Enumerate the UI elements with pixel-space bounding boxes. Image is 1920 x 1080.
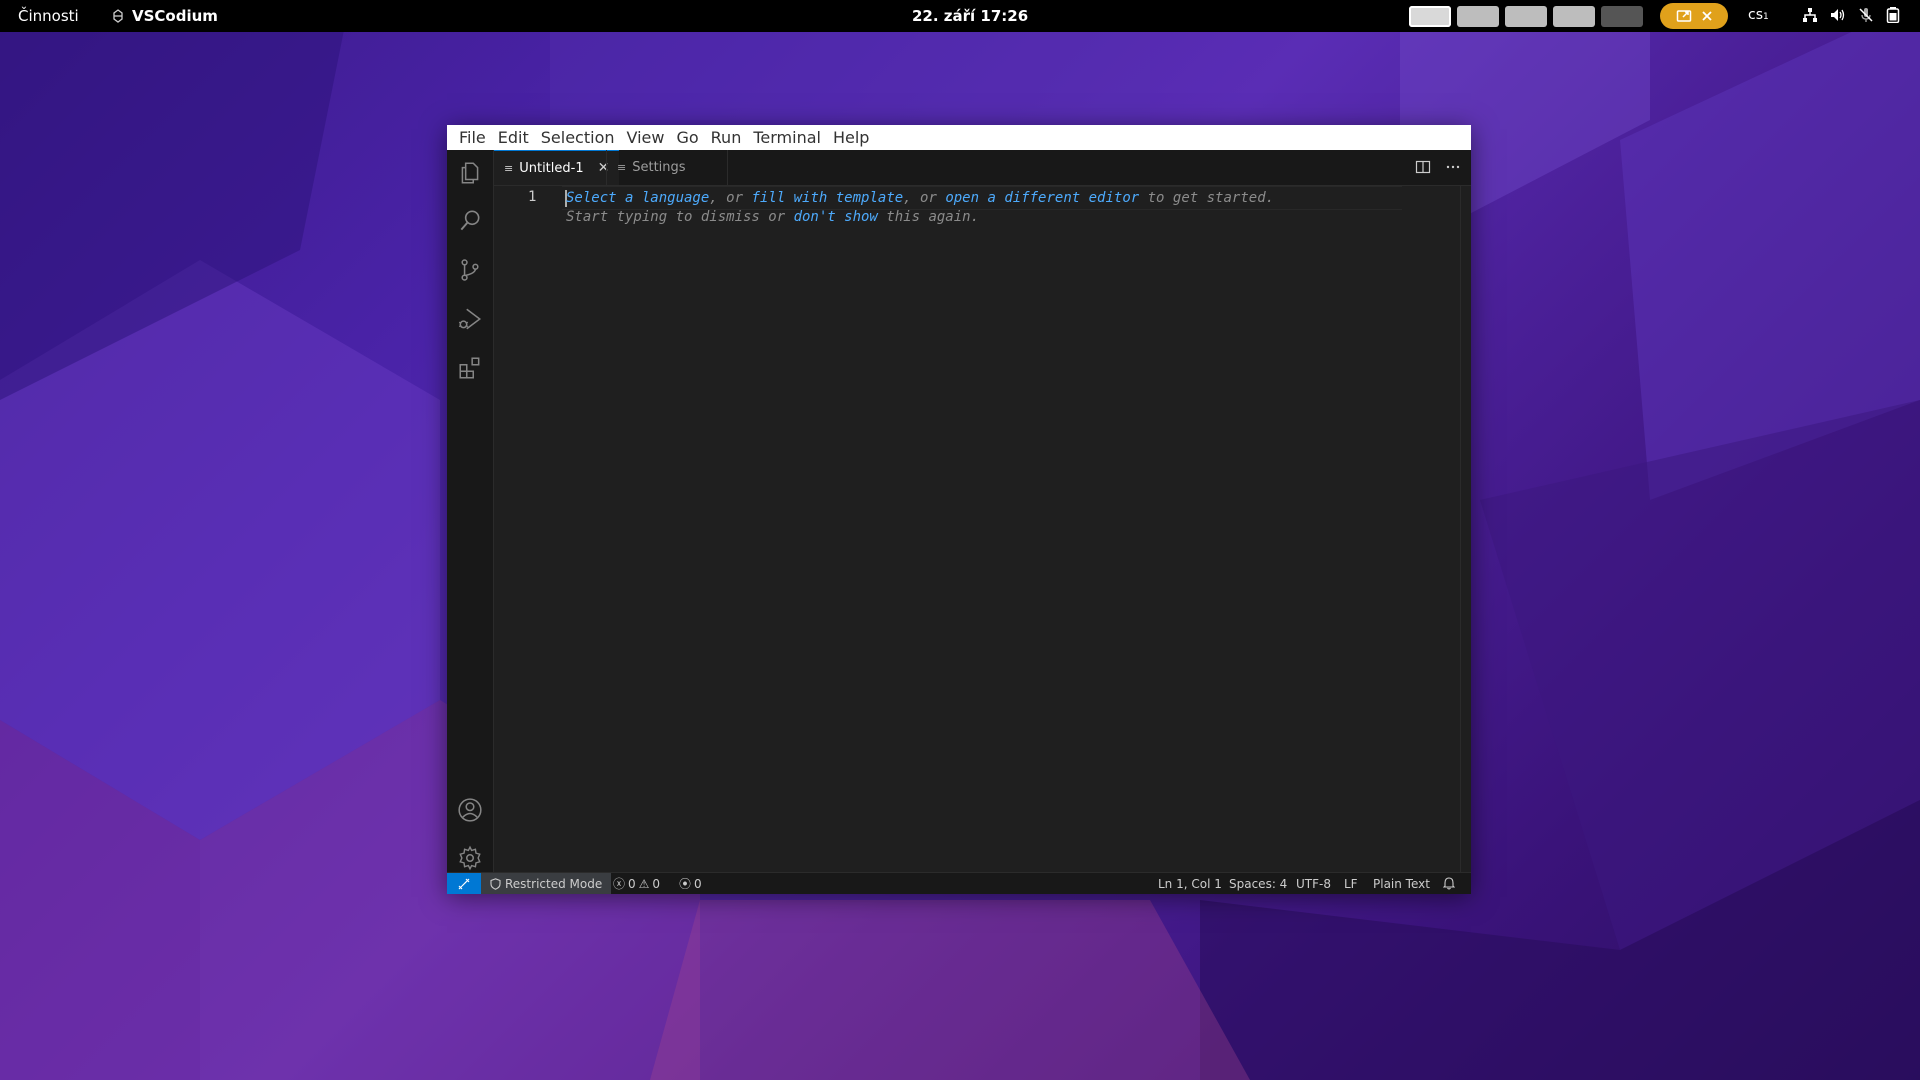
close-icon[interactable] bbox=[1702, 11, 1712, 21]
workspace-1[interactable] bbox=[1409, 6, 1451, 27]
network-icon[interactable] bbox=[1802, 7, 1818, 23]
problems-indicator[interactable]: ⓧ 0 ⚠ 0 bbox=[613, 873, 660, 894]
editor-tabs: ≡ Untitled-1 ✕ ≡ Settings bbox=[494, 150, 1471, 186]
top-bar: Činnosti VSCodium 22. září 17:26 cs1 bbox=[0, 0, 1920, 32]
app-menu[interactable]: VSCodium bbox=[110, 7, 218, 25]
activities-button[interactable]: Činnosti bbox=[18, 7, 79, 25]
cursor-position[interactable]: Ln 1, Col 1 bbox=[1158, 873, 1222, 894]
open-different-editor-link[interactable]: open a different editor bbox=[945, 190, 1139, 206]
fill-template-link[interactable]: fill with template bbox=[751, 190, 903, 206]
more-actions-icon[interactable] bbox=[1445, 159, 1461, 175]
warning-icon: ⚠ bbox=[638, 876, 650, 891]
workspace-4[interactable] bbox=[1553, 6, 1595, 27]
ports-indicator[interactable]: ⦿ 0 bbox=[679, 873, 702, 894]
search-icon[interactable] bbox=[457, 208, 483, 234]
vertical-scrollbar[interactable] bbox=[1460, 186, 1461, 872]
workspace-5[interactable] bbox=[1601, 6, 1643, 27]
activity-bar bbox=[447, 150, 494, 872]
vscodium-window: File Edit Selection View Go Run Terminal… bbox=[447, 125, 1471, 894]
shield-icon bbox=[490, 877, 501, 890]
settings-file-icon: ≡ bbox=[617, 161, 627, 174]
tab-label: Settings bbox=[632, 160, 686, 175]
language-mode[interactable]: Plain Text bbox=[1373, 873, 1430, 894]
vscodium-icon bbox=[113, 9, 123, 23]
account-icon[interactable] bbox=[457, 797, 483, 823]
split-editor-icon[interactable] bbox=[1415, 159, 1431, 175]
files-icon[interactable] bbox=[457, 160, 483, 186]
menu-bar: File Edit Selection View Go Run Terminal… bbox=[447, 125, 1471, 150]
battery-icon[interactable] bbox=[1886, 7, 1900, 23]
editor-area[interactable]: 1 Select a language, or fill with templa… bbox=[494, 186, 1471, 872]
extensions-icon[interactable] bbox=[457, 355, 483, 381]
workspace-2[interactable] bbox=[1457, 6, 1499, 27]
source-control-icon[interactable] bbox=[457, 257, 483, 283]
notifications-bell-icon[interactable] bbox=[1443, 873, 1455, 894]
status-bar: Restricted Mode ⓧ 0 ⚠ 0 ⦿ 0 Ln 1, Col 1 … bbox=[447, 872, 1471, 894]
indentation[interactable]: Spaces: 4 bbox=[1229, 873, 1287, 894]
clock[interactable]: 22. září 17:26 bbox=[912, 7, 1028, 25]
plaintext-file-icon: ≡ bbox=[504, 161, 514, 175]
remote-icon bbox=[458, 878, 470, 889]
tab-settings[interactable]: ≡ Settings bbox=[607, 150, 717, 185]
editor-actions bbox=[1415, 159, 1461, 175]
screen-share-icon bbox=[1676, 10, 1692, 22]
select-language-link[interactable]: Select a language bbox=[566, 190, 709, 206]
microphone-muted-icon[interactable] bbox=[1858, 7, 1874, 23]
broadcast-icon: ⦿ bbox=[679, 877, 692, 891]
input-language-indicator[interactable]: cs1 bbox=[1748, 7, 1769, 23]
end-of-line[interactable]: LF bbox=[1344, 873, 1358, 894]
run-debug-icon[interactable] bbox=[457, 306, 483, 332]
menu-edit[interactable]: Edit bbox=[492, 125, 535, 150]
screen-share-indicator[interactable] bbox=[1660, 3, 1728, 29]
menu-file[interactable]: File bbox=[453, 125, 492, 150]
tab-untitled-1[interactable]: ≡ Untitled-1 ✕ bbox=[494, 150, 620, 185]
volume-icon[interactable] bbox=[1830, 7, 1846, 23]
restricted-mode-indicator[interactable]: Restricted Mode bbox=[481, 873, 612, 894]
menu-view[interactable]: View bbox=[621, 125, 671, 150]
dont-show-link[interactable]: don't show bbox=[794, 209, 878, 225]
workspace-3[interactable] bbox=[1505, 6, 1547, 27]
menu-help[interactable]: Help bbox=[827, 125, 875, 150]
untitled-editor-hint: Select a language, or fill with template… bbox=[566, 190, 1275, 225]
app-name: VSCodium bbox=[132, 7, 218, 25]
menu-terminal[interactable]: Terminal bbox=[747, 125, 827, 150]
tab-label: Untitled-1 bbox=[519, 160, 584, 176]
manage-gear-icon[interactable] bbox=[457, 845, 483, 871]
error-icon: ⓧ bbox=[613, 877, 626, 891]
line-number: 1 bbox=[528, 189, 537, 205]
menu-go[interactable]: Go bbox=[670, 125, 704, 150]
remote-indicator[interactable] bbox=[447, 873, 481, 894]
menu-run[interactable]: Run bbox=[705, 125, 748, 150]
menu-selection[interactable]: Selection bbox=[535, 125, 621, 150]
encoding[interactable]: UTF-8 bbox=[1296, 873, 1331, 894]
